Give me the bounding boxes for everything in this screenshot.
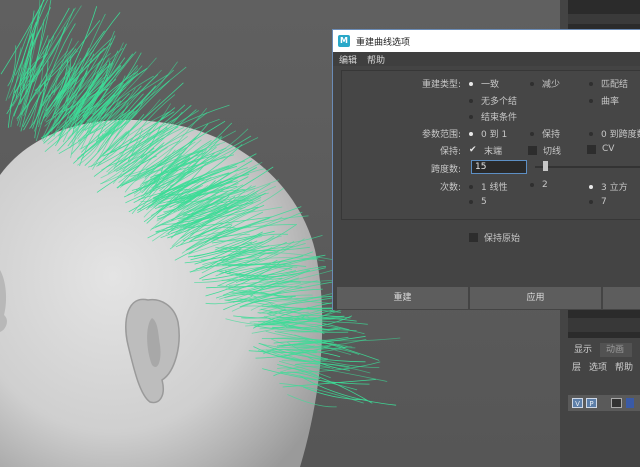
rebuild-button[interactable]: 重建 <box>337 287 468 309</box>
radio-icon <box>469 114 473 119</box>
radio-icon <box>469 131 473 136</box>
radio-icon <box>469 200 473 204</box>
radio-icon <box>530 81 534 86</box>
keep-ends-checkbox[interactable]: ✔ 末端 <box>469 144 502 158</box>
apply-button[interactable]: 应用 <box>470 287 601 309</box>
checkbox-icon <box>528 146 537 155</box>
span-count-input[interactable]: 15 <box>471 160 527 174</box>
rebuild-type-curvature[interactable]: 曲率 <box>589 94 619 107</box>
dialog-button-row: 重建 应用 <box>333 287 640 309</box>
rebuild-type-no-multiple-knots[interactable]: 无多个结 <box>469 94 517 107</box>
keep-original-checkbox[interactable]: 保持原始 <box>469 231 520 244</box>
radio-icon <box>589 131 593 136</box>
keep-cvs-checkbox[interactable]: CV <box>587 144 614 154</box>
rebuild-type-end-conditions[interactable]: 结束条件 <box>469 110 517 123</box>
rebuild-type-reduce[interactable]: 减少 <box>530 77 560 90</box>
layer-editor-tabs: 显示 动画 <box>568 343 633 357</box>
layer-color-swatch[interactable] <box>626 398 634 408</box>
degree-7[interactable]: 7 <box>589 197 607 207</box>
span-count-slider-handle[interactable] <box>543 161 548 171</box>
param-range-label: 参数范围: <box>421 130 461 140</box>
dialog-menubar: 编辑 帮助 <box>333 52 640 66</box>
span-count-label: 跨度数: <box>430 165 461 175</box>
menu-help[interactable]: 帮助 <box>367 53 385 66</box>
checkbox-icon <box>587 144 596 154</box>
layer-playback-button[interactable]: P <box>586 398 597 408</box>
close-button[interactable] <box>603 287 640 309</box>
layer-reference-button[interactable] <box>611 398 622 408</box>
menu-help[interactable]: 帮助 <box>615 360 633 373</box>
degree-2[interactable]: 2 <box>530 180 548 190</box>
rebuild-type-uniform[interactable]: 一致 <box>469 77 499 90</box>
radio-icon <box>469 184 473 189</box>
radio-icon <box>469 98 473 103</box>
rebuild-type-match-knots[interactable]: 匹配结 <box>589 77 628 90</box>
menu-layers[interactable]: 层 <box>572 360 581 373</box>
menu-options[interactable]: 选项 <box>589 360 607 373</box>
rebuild-type-label: 重建类型: <box>421 80 461 90</box>
radio-icon <box>589 98 593 103</box>
degree-5[interactable]: 5 <box>469 197 487 207</box>
menu-edit[interactable]: 编辑 <box>339 53 357 66</box>
dialog-body: 重建类型: 一致 减少 匹配结 无多个结 曲率 结束条件 参数范围: 0 到 1… <box>333 66 640 284</box>
keep-tangents-checkbox[interactable]: 切线 <box>528 144 561 157</box>
tab-animation[interactable]: 动画 <box>600 343 633 357</box>
degree-1-linear[interactable]: 1 线性 <box>469 180 508 193</box>
degree-3-cubic[interactable]: 3 立方 <box>589 180 628 193</box>
span-count-slider-track[interactable] <box>535 166 640 168</box>
tab-display[interactable]: 显示 <box>568 343 600 357</box>
dialog-titlebar[interactable]: M 重建曲线选项 <box>333 30 640 52</box>
radio-icon <box>530 183 534 187</box>
checkbox-icon <box>469 233 478 242</box>
radio-icon <box>530 131 534 136</box>
param-range-keep[interactable]: 保持 <box>530 127 560 140</box>
degree-label: 次数: <box>439 183 461 193</box>
layer-editor-menu: 层 选项 帮助 <box>572 360 633 373</box>
radio-icon <box>589 81 593 86</box>
param-range-0-to-spans[interactable]: 0 到跨度数 <box>589 127 640 140</box>
radio-icon <box>589 200 593 204</box>
keep-label: 保持: <box>439 147 461 157</box>
rebuild-curve-dialog: M 重建曲线选项 编辑 帮助 重建类型: 一致 减少 匹配结 无多个结 曲率 结… <box>332 29 640 310</box>
dialog-title: 重建曲线选项 <box>356 37 411 48</box>
layer-visible-button[interactable]: V <box>572 398 583 408</box>
checkmark-icon: ✔ <box>469 145 477 155</box>
param-range-0-to-1[interactable]: 0 到 1 <box>469 127 507 140</box>
maya-app-icon: M <box>338 35 350 47</box>
radio-icon <box>589 184 593 189</box>
radio-icon <box>469 81 473 86</box>
